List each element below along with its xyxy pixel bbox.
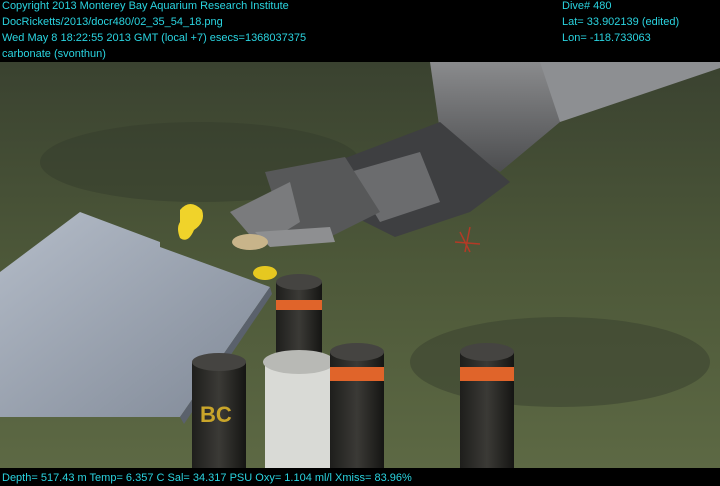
- latitude-text: Lat= 33.902139 (edited): [562, 16, 680, 28]
- bottom-overlay: Depth= 517.43 m Temp= 6.357 C Sal= 34.31…: [0, 468, 720, 486]
- carbonate-sample: [232, 234, 268, 250]
- top-overlay: Copyright 2013 Monterey Bay Aquarium Res…: [0, 0, 720, 62]
- longitude-text: Lon= -118.733063: [562, 32, 651, 44]
- svg-text:BC: BC: [200, 402, 232, 427]
- annotation-label: carbonate (svonthun): [2, 48, 106, 60]
- dive-number: Dive# 480: [562, 0, 612, 12]
- datetime-text: Wed May 8 18:22:55 2013 GMT (local +7) e…: [2, 32, 307, 44]
- copyright-text: Copyright 2013 Monterey Bay Aquarium Res…: [2, 0, 289, 12]
- file-path-text: DocRicketts/2013/docr480/02_35_54_18.png: [2, 16, 223, 28]
- yellow-float-icon: [253, 266, 277, 280]
- shadow-patch: [410, 317, 710, 407]
- telemetry-text: Depth= 517.43 m Temp= 6.357 C Sal= 34.31…: [2, 472, 412, 484]
- seafloor-image: BC: [0, 62, 720, 468]
